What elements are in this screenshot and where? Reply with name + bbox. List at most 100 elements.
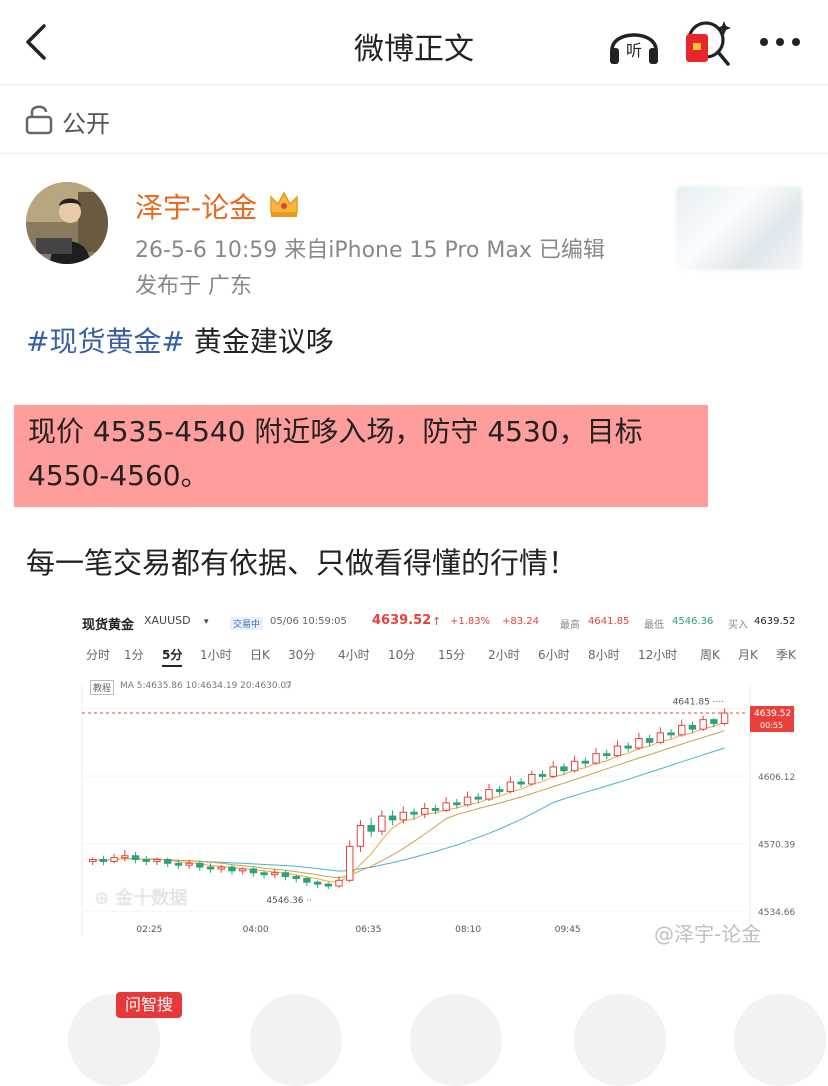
chart-candle-body (335, 879, 343, 887)
chart-candle-body (667, 732, 675, 736)
chart-candle-body (538, 773, 547, 777)
post-meta: 26-5-6 10:59 来自iPhone 15 Pro Max 已编辑 (135, 238, 605, 263)
chart-x-tick-label: 09:45 (555, 925, 581, 935)
chart-plot: 4641.854606.124570.394534.66⊕ 金十数据4639.5… (81, 685, 795, 936)
chart-candle-body (495, 789, 504, 792)
suggestion-circle[interactable] (410, 994, 502, 1086)
svg-text:听: 听 (626, 41, 642, 60)
chart-brand-watermark: ⊕ 金十数据 (94, 887, 187, 909)
chart-candle-body (420, 808, 429, 815)
chart-candle-body (581, 760, 590, 764)
chart-candle-body (217, 866, 225, 870)
chart-candle-body (238, 868, 247, 872)
author-name[interactable]: 泽宇-论金 (135, 186, 257, 226)
chart-candle-body (185, 862, 193, 866)
watermark: @泽宇-论金 (654, 922, 762, 946)
chart-high-annotation: 4641.85 ···· (673, 698, 725, 708)
chart-candle-body (570, 760, 579, 772)
top-bar: 微博正文 听 (0, 0, 828, 85)
chart-candle-body (142, 859, 150, 862)
chart-candle-body (678, 724, 686, 736)
chart-candle-body (260, 872, 268, 876)
chart-candle-body (110, 857, 118, 862)
hashtag-link[interactable]: #现货黄金# (26, 325, 185, 358)
chart-candle-body (121, 855, 129, 859)
avatar[interactable] (26, 182, 108, 264)
chart-candle-body (560, 766, 568, 772)
chart-candle-body (453, 802, 461, 806)
visibility-label: 公开 (62, 110, 110, 138)
chart-candle-body (613, 745, 622, 757)
chart-candle-body (603, 753, 611, 757)
chart-last-price-label: 4639.52 (754, 709, 791, 719)
unlock-icon (25, 105, 53, 135)
listen-headphone-icon[interactable]: 听 (606, 20, 662, 68)
ask-search-badge[interactable]: 问智搜 (116, 992, 182, 1018)
chart-candle-body (656, 732, 665, 743)
chart-candle-body (431, 808, 440, 811)
blurred-thumbnail (676, 186, 802, 270)
chart-candle-body (88, 859, 97, 862)
chart-candle-body (271, 872, 279, 876)
post-first-line: #现货黄金# 黄金建议哆 (26, 320, 334, 360)
chart-candle-body (292, 876, 300, 879)
post-location: 发布于 广东 (135, 274, 252, 299)
chart-candle-body (196, 862, 204, 868)
chart-candle-body (442, 802, 450, 811)
chart-candle-body (99, 859, 108, 862)
chart-candle-body (635, 738, 643, 749)
chart-candle-body (228, 866, 236, 872)
chart-x-tick-label: 02:25 (136, 925, 162, 935)
crown-vip-icon (270, 191, 298, 217)
chart-candle-body (356, 825, 365, 847)
suggestion-circle[interactable] (734, 994, 826, 1086)
chart-candle-body (153, 859, 161, 862)
chart-candle-body (624, 745, 632, 749)
chart-low-annotation: 4546.36 ·· (266, 896, 312, 906)
red-packet-search-icon[interactable] (682, 18, 734, 68)
chart-candle-body (645, 738, 654, 743)
chart-y-tick-label: 4606.12 (758, 773, 795, 783)
chart-candle-body (549, 766, 557, 777)
chart-candle-body (463, 796, 472, 806)
post-text: 黄金建议哆 (184, 325, 334, 358)
chart-x-tick-label: 04:00 (243, 925, 269, 935)
chart-image[interactable]: 现货黄金 XAUUSD ▾ 交易中 05/06 10:59:05 4639.52… (78, 602, 802, 950)
chart-countdown-label: 00:55 (760, 721, 783, 730)
visibility-row[interactable]: 公开 (0, 85, 828, 154)
suggestion-circle[interactable] (574, 994, 666, 1086)
chart-candle-body (313, 881, 322, 885)
chart-candle-body (592, 753, 600, 764)
post-closing-line: 每一笔交易都有依据、只做看得懂的行情！ (26, 546, 578, 580)
chart-candle-body (174, 862, 183, 866)
chart-candle-body (367, 825, 375, 832)
suggestion-circle[interactable] (250, 994, 342, 1086)
chart-y-tick-label: 4534.66 (758, 908, 795, 918)
chart-x-tick-label: 06:35 (356, 925, 382, 935)
chart-candle-body (720, 712, 729, 724)
chart-candle-body (281, 872, 290, 878)
more-icon[interactable] (756, 28, 804, 56)
chart-candle-body (324, 883, 333, 887)
chart-candle-body (249, 868, 258, 874)
chart-candle-body (485, 789, 493, 800)
chart-candle-body (303, 877, 311, 883)
chart-candle-body (506, 781, 515, 792)
highlight-text: 现价 4535-4540 附近哆入场，防守 4530，目标 4550-4560。 (28, 415, 643, 492)
chart-y-tick-label: 4570.39 (758, 841, 795, 851)
chart-candle-body (474, 796, 482, 800)
chart-candle-body (517, 781, 525, 785)
chart-candle-body (710, 719, 718, 724)
chart-candle-body (206, 866, 215, 870)
chart-candle-body (399, 811, 408, 821)
chart-candle-body (378, 815, 386, 832)
chart-candle-body (388, 815, 397, 821)
chart-ma20-line (92, 747, 725, 872)
chart-candle-body (699, 719, 707, 730)
chart-candle-body (163, 859, 172, 864)
chart-candle-body (528, 773, 536, 785)
chart-x-tick-label: 08:10 (455, 925, 481, 935)
chart-candle-body (688, 724, 697, 730)
chart-candle-body (410, 811, 418, 815)
chart-candle-body (131, 855, 140, 861)
